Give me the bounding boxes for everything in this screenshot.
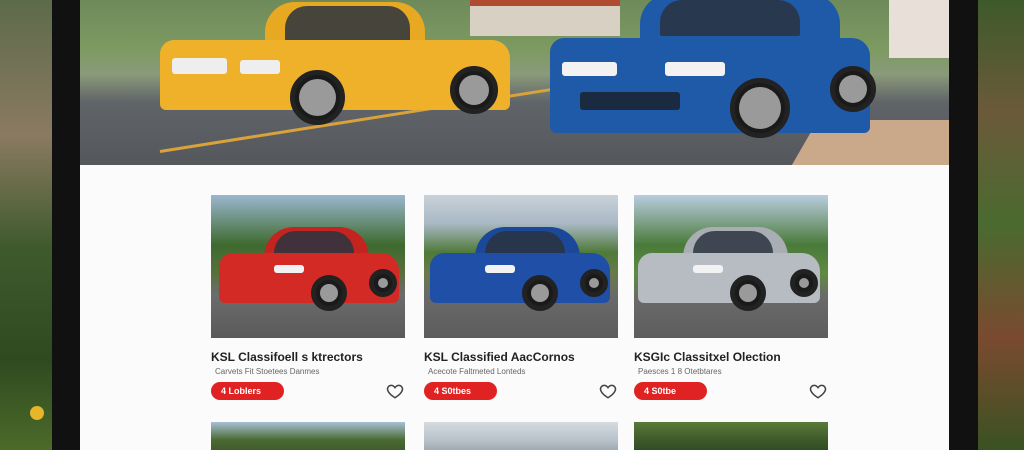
listing-title[interactable]: KSL Classified AacCornos xyxy=(424,350,575,364)
listing-photo-next-row[interactable] xyxy=(424,422,618,450)
listing-grid: KSL Classifoell s ktrectors Carvets Fit … xyxy=(80,165,949,450)
listing-subtitle: Acecote Faltmeted Lonteds xyxy=(428,367,526,376)
hero-yellow-car xyxy=(160,0,510,135)
listing-photo[interactable] xyxy=(634,195,828,338)
listing-photo[interactable] xyxy=(424,195,618,338)
price-badge: 4 Loblers xyxy=(211,382,284,400)
red-car xyxy=(219,225,399,320)
hero-house-right xyxy=(889,0,949,58)
hero-blue-car xyxy=(550,0,880,150)
listing-photo-next-row[interactable] xyxy=(634,422,828,450)
blue-car xyxy=(430,225,610,320)
listing-photo[interactable] xyxy=(211,195,405,338)
listing-title[interactable]: KSGIc Classitxel Olection xyxy=(634,350,781,364)
heart-icon[interactable] xyxy=(386,382,404,400)
listing-card[interactable]: KSL Classified AacCornos Acecote Faltmet… xyxy=(424,195,618,400)
monitor-frame: KSL Classifoell s ktrectors Carvets Fit … xyxy=(52,0,978,450)
background-foliage-right xyxy=(978,0,1024,450)
silver-car xyxy=(638,225,820,320)
listing-title[interactable]: KSL Classifoell s ktrectors xyxy=(211,350,363,364)
listing-photo-next-row[interactable] xyxy=(211,422,405,450)
heart-icon[interactable] xyxy=(809,382,827,400)
screen: KSL Classifoell s ktrectors Carvets Fit … xyxy=(80,0,949,450)
background-foliage-left xyxy=(0,0,52,450)
listing-card[interactable]: KSL Classifoell s ktrectors Carvets Fit … xyxy=(211,195,405,400)
price-badge: 4 S0tbe xyxy=(634,382,707,400)
price-badge: 4 S0tbes xyxy=(424,382,497,400)
listing-subtitle: Paesces 1 8 Otetbtares xyxy=(638,367,722,376)
listing-card[interactable]: KSGIc Classitxel Olection Paesces 1 8 Ot… xyxy=(634,195,828,400)
listing-subtitle: Carvets Fit Stoetees Danmes xyxy=(215,367,320,376)
heart-icon[interactable] xyxy=(599,382,617,400)
hero-banner-image xyxy=(80,0,949,165)
